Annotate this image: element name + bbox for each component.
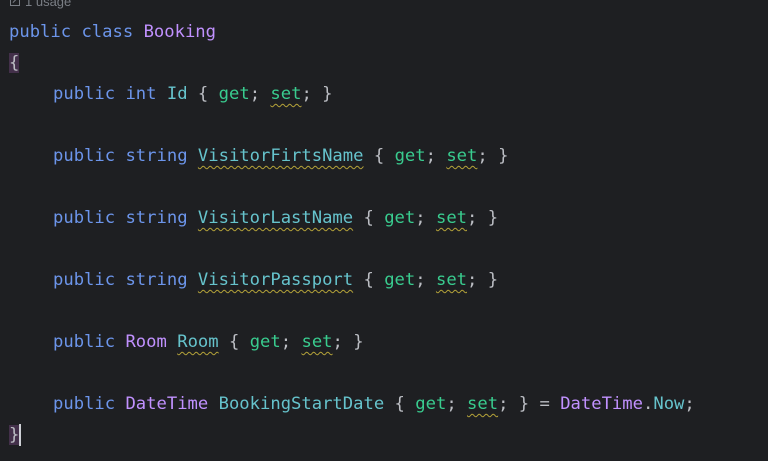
- close-brace: }: [9, 425, 20, 445]
- keyword-public: public: [53, 84, 116, 104]
- code-line-room-property[interactable]: public Room Room { get; set; }: [9, 330, 364, 354]
- code-line-open-brace[interactable]: {: [9, 51, 20, 75]
- code-line-last-name-property[interactable]: public string VisitorLastName { get; set…: [9, 206, 498, 230]
- semicolon: ;: [684, 394, 695, 414]
- property-name: Id: [166, 84, 188, 104]
- keyword-public: public: [53, 270, 116, 290]
- setter: set: [446, 146, 478, 166]
- dot: .: [642, 394, 654, 414]
- initializer-member: Now: [653, 394, 685, 414]
- getter: get: [394, 146, 426, 166]
- code-editor[interactable]: 1 usage public class Booking { public in…: [0, 0, 768, 461]
- accessor-end: ; }: [301, 84, 333, 104]
- accessor-end: ; } =: [498, 394, 550, 414]
- setter: set: [467, 394, 499, 414]
- property-name: Room: [177, 332, 219, 352]
- type-int: int: [125, 84, 157, 104]
- usage-hint-label: 1 usage: [25, 0, 72, 9]
- brace: {: [373, 146, 385, 166]
- property-name: VisitorLastName: [197, 208, 354, 228]
- brace: {: [394, 394, 405, 414]
- brace: {: [363, 208, 374, 228]
- semicolon: ;: [249, 84, 261, 104]
- semicolon: ;: [425, 146, 436, 166]
- keyword-public: public: [53, 394, 116, 414]
- code-line-booking-start-date-property[interactable]: public DateTime BookingStartDate { get ; …: [9, 392, 695, 416]
- code-line-id-property[interactable]: public int Id { get; set; }: [9, 82, 333, 106]
- class-name: Booking: [143, 22, 216, 42]
- type-string: string: [125, 208, 188, 228]
- brace: {: [228, 332, 240, 352]
- keyword-public: public: [53, 332, 116, 352]
- open-brace: {: [9, 53, 20, 73]
- accessor-end: ; }: [332, 332, 364, 352]
- property-name: BookingStartDate: [218, 394, 385, 414]
- usage-hint[interactable]: 1 usage: [10, 0, 71, 9]
- type-string: string: [125, 270, 188, 290]
- brace: {: [363, 270, 374, 290]
- getter: get: [384, 270, 416, 290]
- setter: set: [435, 208, 468, 228]
- getter: get: [218, 84, 250, 104]
- code-line-first-name-property[interactable]: public string VisitorFirtsName { get; se…: [9, 144, 508, 168]
- semicolon: ;: [415, 270, 426, 290]
- property-name: VisitorPassport: [197, 270, 354, 290]
- keyword-class: class: [81, 22, 134, 42]
- accessor-end: ; }: [467, 270, 499, 290]
- setter: set: [270, 84, 302, 104]
- usage-icon: [10, 0, 20, 6]
- setter: set: [301, 332, 333, 352]
- text-caret: [19, 424, 22, 446]
- setter: set: [435, 270, 468, 290]
- keyword-public: public: [53, 208, 116, 228]
- keyword-public: public: [53, 146, 116, 166]
- property-name: VisitorFirtsName: [197, 146, 364, 166]
- semicolon: ;: [415, 208, 426, 228]
- semicolon: ;: [280, 332, 292, 352]
- type-string: string: [125, 146, 188, 166]
- type-room: Room: [125, 332, 167, 352]
- getter: get: [249, 332, 281, 352]
- code-line-passport-property[interactable]: public string VisitorPassport { get; set…: [9, 268, 498, 292]
- code-line-close-brace[interactable]: }: [9, 423, 22, 447]
- brace: {: [197, 84, 209, 104]
- getter: get: [384, 208, 416, 228]
- accessor-end: ; }: [467, 208, 499, 228]
- getter: get: [415, 394, 447, 414]
- keyword-public: public: [9, 22, 72, 42]
- code-line-class-declaration[interactable]: public class Booking: [9, 20, 216, 44]
- semicolon: ;: [446, 394, 457, 414]
- type-datetime: DateTime: [125, 394, 209, 414]
- accessor-end: ; }: [477, 146, 509, 166]
- initializer-type: DateTime: [560, 394, 643, 414]
